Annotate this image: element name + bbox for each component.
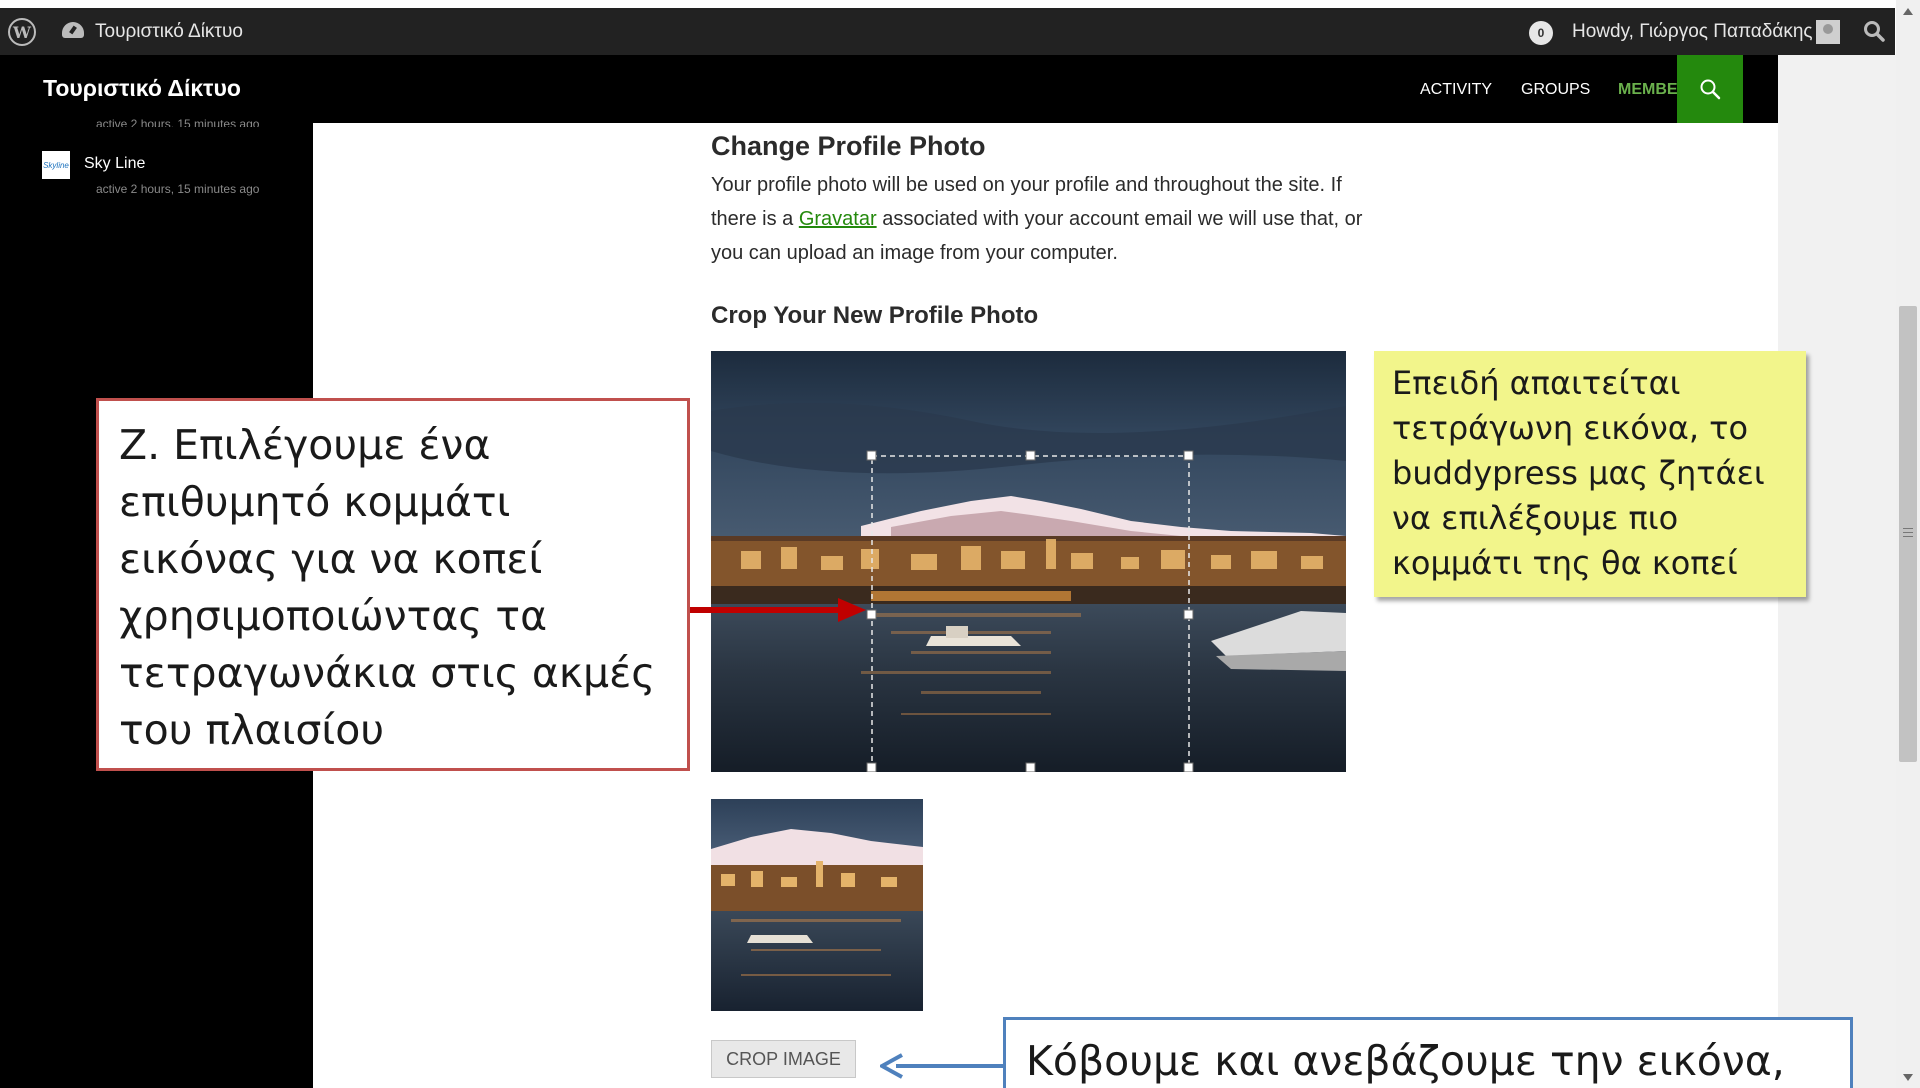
notification-count-badge[interactable]: 0: [1529, 21, 1553, 45]
avatar[interactable]: [1816, 20, 1840, 44]
profile-photo-description: Your profile photo will be used on your …: [711, 174, 1363, 264]
sidebar-cut-activity: active 2 hours, 15 minutes ago: [96, 117, 260, 127]
page-scrollbar[interactable]: [1896, 0, 1920, 1088]
site-header: Τουριστικό Δίκτυο ACTIVITY GROUPS MEMBER…: [0, 55, 1778, 123]
nav-activity[interactable]: ACTIVITY: [1420, 81, 1492, 99]
scroll-down-icon[interactable]: [1903, 1074, 1913, 1081]
page-title: Change Profile Photo: [711, 131, 986, 161]
annotation-blue-callout: Κόβουμε και ανεβάζουμε την εικόνα,: [1003, 1017, 1853, 1088]
member-name-link[interactable]: Sky Line: [84, 155, 145, 173]
search-icon: [1700, 79, 1721, 100]
crop-section-title: Crop Your New Profile Photo: [711, 302, 1039, 329]
header-search-button[interactable]: [1677, 55, 1743, 123]
annotation-blue-arrow: [880, 1053, 1005, 1079]
annotation-red-callout: Ζ. Επιλέγουμε ένα επιθυμητό κομμάτι εικό…: [96, 398, 690, 771]
window-top-strip: [0, 0, 1920, 8]
crop-image-button[interactable]: CROP IMAGE: [711, 1040, 856, 1078]
scrollbar-grip-icon: [1903, 528, 1913, 537]
admin-bar: W Τουριστικό Δίκτυο 0 Howdy, Γιώργος Παπ…: [0, 8, 1895, 55]
crop-source-image[interactable]: [711, 351, 1346, 772]
annotation-yellow-note: Επειδή απαιτείται τετράγωνη εικόνα, το b…: [1374, 351, 1806, 597]
annotation-red-arrow: [690, 598, 866, 622]
gravatar-link[interactable]: Gravatar: [799, 208, 877, 230]
howdy-user-menu[interactable]: Howdy, Γιώργος Παπαδάκης: [1572, 21, 1813, 43]
crop-preview-image: [711, 799, 923, 1011]
search-icon[interactable]: [1863, 20, 1885, 42]
site-brand[interactable]: Τουριστικό Δίκτυο: [43, 75, 241, 102]
member-last-active: active 2 hours, 15 minutes ago: [96, 182, 260, 196]
wordpress-logo-icon[interactable]: W: [8, 18, 36, 46]
nav-groups[interactable]: GROUPS: [1521, 81, 1590, 99]
dashboard-icon[interactable]: [62, 22, 84, 38]
member-avatar[interactable]: Skyline: [42, 151, 70, 179]
admin-site-name[interactable]: Τουριστικό Δίκτυο: [95, 21, 243, 43]
scroll-up-icon[interactable]: [1903, 8, 1913, 15]
